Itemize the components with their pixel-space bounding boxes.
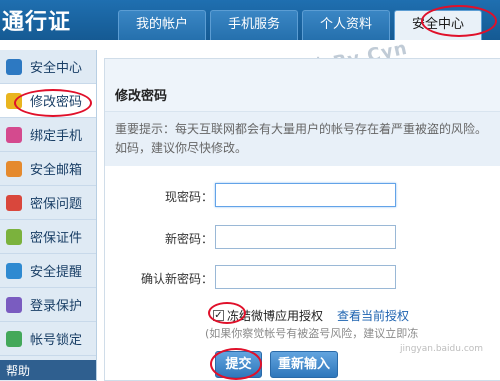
app-logo: 通行证 <box>2 10 72 35</box>
sidebar-item-label: 安全中心 <box>30 61 83 76</box>
current-password-row: 现密码： <box>105 183 500 209</box>
sidebar-item-security-id[interactable]: 密保证件 <box>0 220 96 254</box>
freeze-auth-row: ✓ 冻结微博应用授权 查看当前授权 <box>213 307 409 324</box>
confirm-password-input[interactable] <box>215 265 396 289</box>
security-notice: 重要提示：每天互联网都会有大量用户的帐号存在着严重被盗的风险。如码，建议你尽快修… <box>105 111 500 166</box>
edit-icon <box>6 194 22 211</box>
tab-profile[interactable]: 个人资料 <box>302 10 390 40</box>
sidebar-item-label: 修改密码 <box>30 95 83 110</box>
confirm-password-label: 确认新密码： <box>140 272 213 286</box>
lock-icon <box>6 330 22 347</box>
tab-my-account[interactable]: 我的帐户 <box>118 10 206 40</box>
sidebar-help[interactable]: 帮助 <box>0 360 96 380</box>
home-icon <box>6 58 22 75</box>
freeze-auth-label: 冻结微博应用授权 <box>227 309 324 323</box>
view-current-auth-link[interactable]: 查看当前授权 <box>337 307 409 324</box>
key-icon <box>6 92 22 109</box>
new-password-row: 新密码： <box>105 225 500 251</box>
sidebar-item-security-email[interactable]: 安全邮箱 <box>0 152 96 186</box>
sidebar-item-label: 登录保护 <box>30 299 83 314</box>
reset-button[interactable]: 重新输入 <box>270 351 338 378</box>
confirm-password-row: 确认新密码： <box>105 265 500 291</box>
sidebar-item-change-password[interactable]: 修改密码 <box>0 84 96 118</box>
sidebar-item-bind-phone[interactable]: 绑定手机 <box>0 118 96 152</box>
new-password-input[interactable] <box>215 225 396 249</box>
watermark-url: jingyan.baidu.com <box>400 344 484 354</box>
sidebar-item-login-protection[interactable]: 登录保护 <box>0 288 96 322</box>
sidebar-item-label: 绑定手机 <box>30 129 83 144</box>
tab-mobile-service[interactable]: 手机服务 <box>210 10 298 40</box>
page-title: 修改密码 <box>115 89 168 104</box>
id-card-icon <box>6 228 22 245</box>
monitor-icon <box>6 296 22 313</box>
main-content: 修改密码 重要提示：每天互联网都会有大量用户的帐号存在着严重被盗的风险。如码，建… <box>104 58 500 381</box>
sidebar-item-label: 密保问题 <box>30 197 83 212</box>
page-title-bar: 修改密码 <box>105 59 500 111</box>
sidebar-item-label: 安全提醒 <box>30 265 83 280</box>
mail-icon <box>6 160 22 177</box>
sidebar-item-security-alert[interactable]: 安全提醒 <box>0 254 96 288</box>
header-bar: 通行证 我的帐户 手机服务 个人资料 安全中心 <box>0 0 500 40</box>
tab-security-center[interactable]: 安全中心 <box>394 10 482 40</box>
phone-icon <box>6 126 22 143</box>
freeze-auth-checkbox[interactable]: ✓ <box>213 310 224 321</box>
sidebar-item-security-center[interactable]: 安全中心 <box>0 50 96 84</box>
sidebar-item-label: 密保证件 <box>30 231 83 246</box>
sidebar-item-account-lock[interactable]: 帐号锁定 <box>0 322 96 356</box>
sidebar-item-label: 帐号锁定 <box>30 333 83 348</box>
sidebar: 安全中心 修改密码 绑定手机 安全邮箱 密保问题 密保证件 安全提醒 登录保护 … <box>0 50 97 381</box>
main-tabs: 我的帐户 手机服务 个人资料 安全中心 <box>118 10 486 40</box>
submit-button[interactable]: 提交 <box>215 351 262 378</box>
chat-icon <box>6 262 22 279</box>
current-password-input[interactable] <box>215 183 396 207</box>
freeze-auth-hint: (如果你察觉帐号有被盗号风险，建议立即冻 <box>205 327 419 340</box>
new-password-label: 新密码： <box>164 232 213 246</box>
current-password-label: 现密码： <box>164 190 213 204</box>
sidebar-item-label: 安全邮箱 <box>30 163 83 178</box>
sidebar-item-security-question[interactable]: 密保问题 <box>0 186 96 220</box>
